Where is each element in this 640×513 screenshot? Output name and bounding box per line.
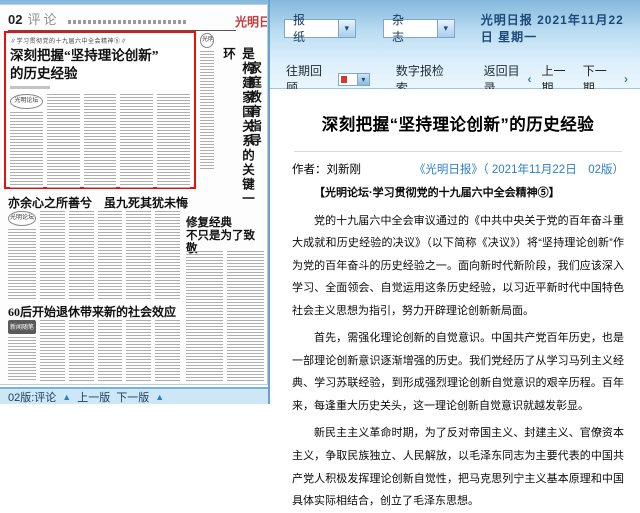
vertical-headline-side[interactable]: 家庭教育指导: [245, 61, 264, 171]
calendar-icon: [341, 76, 347, 83]
thumbnail-text-column: [126, 211, 151, 299]
thumbnail-page-number: 02: [8, 12, 22, 27]
header-row-selects: 报 纸 ▾ 杂 志 ▾ 光明日报 2021年11月22日 星期一: [284, 11, 632, 45]
thumbnail-text-column: [98, 320, 123, 382]
date-picker[interactable]: ▾: [338, 72, 370, 86]
thumbnail-headline-4[interactable]: 60后开始退休带来新的社会效应: [8, 303, 176, 320]
thumbnail-text-column: [200, 51, 214, 169]
prev-page-icon[interactable]: ▲: [62, 392, 71, 402]
thumbnail-text-column: [69, 320, 94, 382]
thumbnail-text-column: [155, 211, 180, 299]
article-source: 《光明日报》（ 2021年11月22日 02版）: [414, 161, 624, 177]
thumbnail-text-column: [98, 211, 123, 299]
article-paragraphs: 党的十九届六中全会审议通过的《中共中央关于党的百年奋斗重大成就和历史经验的决议》…: [292, 210, 624, 513]
thumbnail-author-placeholder: [10, 86, 50, 89]
panel-divider: [268, 0, 270, 404]
page-thumbnail[interactable]: 02 评论 光明日报 ∥学习贯彻党的十九届六中全会精神⑤∥ 深刻把握“坚持理论创…: [0, 4, 268, 385]
reader-panel: 报 纸 ▾ 杂 志 ▾ 光明日报 2021年11月22日 星期一 往期回顾 ▾ …: [270, 0, 640, 404]
thumbnail-text-column: [126, 320, 151, 382]
page-navigation-bar: 02版:评论 ▲ 上一版 下一版 ▲: [0, 387, 268, 404]
thumbnail-headline-2[interactable]: 亦余心之所善兮 虽九死其犹未悔: [8, 194, 188, 211]
newspaper-select[interactable]: 报 纸 ▾: [284, 19, 356, 38]
thumbnail-text-column: [157, 94, 190, 190]
thumbnail-text-column: [8, 337, 36, 382]
current-page-label: 02版:评论: [8, 389, 56, 405]
magazine-select[interactable]: 杂 志 ▾: [383, 19, 455, 38]
article-title: 深刻把握“坚持理论创新”的历史经验: [292, 111, 624, 135]
thumbnail-text-column: [120, 94, 153, 190]
article-paragraph: 党的十九届六中全会审议通过的《中共中央关于党的百年奋斗重大成就和历史经验的决议》…: [292, 210, 624, 323]
thumbnail-article-kicker: ∥学习贯彻党的十九届六中全会精神⑤∥: [10, 36, 190, 45]
thumbnail-text-column: [227, 251, 264, 383]
thumbnail-text-column: [47, 94, 80, 190]
thumbnail-section-name: 评论: [27, 9, 59, 28]
masthead-logo: 光明日报: [235, 13, 267, 30]
dropdown-arrow-icon[interactable]: ▾: [358, 73, 370, 86]
article-content: 深刻把握“坚持理论创新”的历史经验 作者：刘新刚 《光明日报》（ 2021年11…: [270, 89, 640, 404]
forum-stamp: 光明论坛: [8, 211, 36, 226]
highlighted-article-region[interactable]: ∥学习贯彻党的十九届六中全会精神⑤∥ 深刻把握“坚持理论创新” 的历史经验 光明…: [4, 31, 196, 189]
thumbnail-text-column: [186, 251, 223, 383]
commentary-stamp: 光明时评: [200, 33, 214, 48]
article-lead: 【光明论坛·学习贯彻党的十九届六中全会精神⑤】: [292, 182, 624, 205]
article-paragraph: 新民主主义革命时期，为了反对帝国主义、封建主义、官僚资本主义，争取民族独立、人民…: [292, 422, 624, 512]
thumbnail-text-column: [40, 211, 65, 299]
article-author: 作者：刘新刚: [292, 161, 361, 177]
chevron-left-icon[interactable]: ‹: [527, 72, 531, 86]
thumbnail-text-column: [40, 320, 65, 382]
article-body: 【光明论坛·学习贯彻党的十九届六中全会精神⑤】 党的十九届六中全会审议通过的《中…: [292, 182, 624, 513]
issue-date-label: 光明日报 2021年11月22日 星期一: [481, 11, 632, 45]
thumbnail-text-column: [155, 320, 180, 382]
thumbnail-text-column: [69, 211, 94, 299]
thumbnail-text-column: [10, 112, 43, 190]
next-page-icon[interactable]: ▲: [155, 392, 164, 402]
next-page-link[interactable]: 下一版: [116, 389, 149, 405]
title-divider: [294, 151, 622, 152]
thumbnail-article-headline[interactable]: 深刻把握“坚持理论创新” 的历史经验: [10, 47, 190, 82]
prev-page-link[interactable]: 上一版: [77, 389, 110, 405]
dropdown-arrow-icon[interactable]: ▾: [437, 20, 454, 37]
thumbnail-text-column: [8, 229, 36, 299]
thumbnail-dateline-placeholder: [68, 20, 188, 24]
thumbnail-page-header: 02 评论: [8, 9, 236, 31]
dropdown-arrow-icon[interactable]: ▾: [338, 20, 355, 37]
chevron-right-icon[interactable]: ›: [624, 72, 628, 86]
thumbnail-text-column: [84, 94, 117, 190]
forum-stamp: 光明论坛: [10, 94, 43, 109]
news-note-stamp: 新闻随笔: [8, 320, 36, 334]
